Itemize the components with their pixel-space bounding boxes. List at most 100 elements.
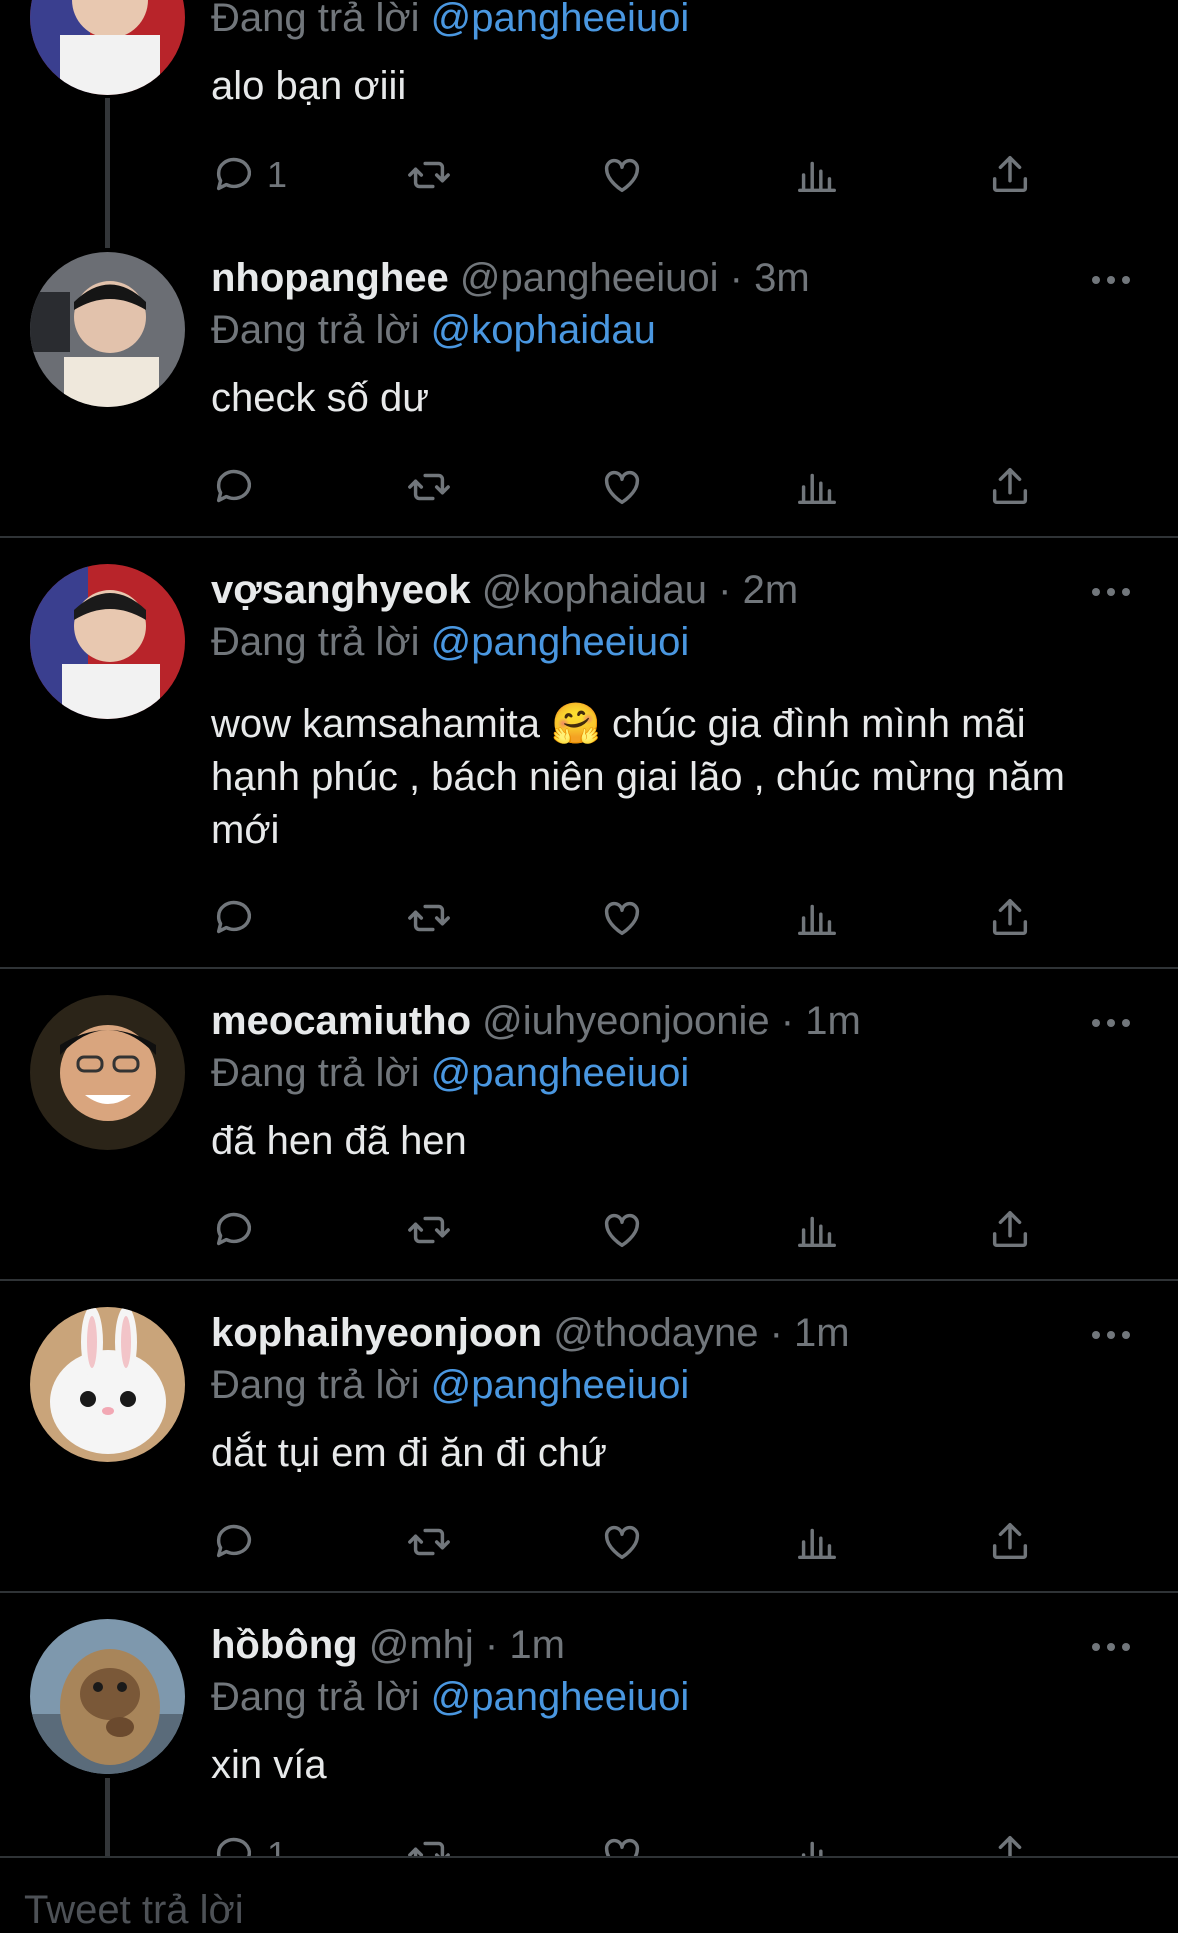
retweet-button[interactable] — [406, 893, 452, 943]
analytics-button[interactable] — [794, 462, 840, 512]
tweet-text: đã hen đã hen — [211, 1119, 467, 1163]
tweet-actions: 1 — [211, 150, 1041, 200]
analytics-icon — [798, 904, 836, 936]
analytics-button[interactable] — [794, 1517, 840, 1567]
reply-button[interactable] — [211, 462, 257, 512]
mention-link[interactable]: @pangheeiuoi — [431, 1363, 690, 1407]
timestamp[interactable]: 3m — [754, 256, 810, 300]
analytics-icon — [798, 1216, 836, 1248]
user-handle[interactable]: @mhj — [369, 1623, 474, 1667]
tweet-actions — [211, 893, 1041, 943]
tweet-actions — [211, 462, 1041, 512]
reply-composer[interactable]: Tweet trả lời — [0, 1856, 1178, 1932]
more-icon — [1092, 1643, 1100, 1651]
more-button[interactable] — [1092, 264, 1136, 294]
display-name[interactable]: meocamiutho — [211, 999, 471, 1043]
reply-input-placeholder[interactable]: Tweet trả lời — [24, 1888, 244, 1933]
like-button[interactable] — [599, 1205, 645, 1255]
tweet-text: wow kamsahamita 🤗 chúc gia đình mình mãi… — [211, 702, 1065, 852]
reply-button[interactable] — [211, 893, 257, 943]
analytics-icon — [798, 161, 836, 193]
reply-button[interactable] — [211, 1517, 257, 1567]
avatar[interactable] — [30, 995, 185, 1150]
display-name[interactable]: kophaihyeonjoon — [211, 1311, 542, 1355]
mention-link[interactable]: @pangheeiuoi — [431, 1051, 690, 1095]
like-button[interactable] — [599, 1517, 645, 1567]
analytics-button[interactable] — [794, 893, 840, 943]
display-name[interactable]: vợsanghyeok — [211, 568, 471, 612]
divider — [0, 536, 1178, 538]
retweet-button[interactable] — [406, 1205, 452, 1255]
reply-button[interactable] — [211, 1205, 257, 1255]
user-handle[interactable]: @iuhyeonjoonie — [482, 999, 769, 1043]
more-icon — [1092, 588, 1100, 596]
avatar[interactable] — [30, 1619, 185, 1774]
reply-icon — [216, 469, 252, 503]
like-icon — [604, 158, 640, 193]
retweet-button[interactable] — [406, 1517, 452, 1567]
reply-context: Đang trả lời @pangheeiuoi — [211, 1363, 690, 1407]
mention-link[interactable]: @pangheeiuoi — [431, 620, 690, 664]
like-button[interactable] — [599, 462, 645, 512]
divider — [0, 1279, 1178, 1281]
share-button[interactable] — [987, 893, 1033, 943]
tweet-text: check số dư — [211, 376, 429, 420]
separator: · — [780, 999, 795, 1043]
retweet-icon — [408, 1216, 450, 1244]
more-icon — [1092, 1331, 1100, 1339]
timestamp[interactable]: 1m — [509, 1623, 565, 1667]
mention-link[interactable]: @pangheeiuoi — [431, 1675, 690, 1719]
more-button[interactable] — [1092, 1319, 1136, 1349]
reply-context: Đang trả lời @pangheeiuoi — [211, 0, 689, 42]
tweet-header: kophaihyeonjoon @thodayne · 1m — [211, 1309, 850, 1357]
display-name[interactable]: nhopanghee — [211, 256, 449, 300]
reply-button[interactable]: 1 — [211, 150, 287, 200]
timestamp[interactable]: 2m — [743, 568, 799, 612]
reply-icon — [216, 1524, 252, 1558]
share-button[interactable] — [987, 1205, 1033, 1255]
like-button[interactable] — [599, 150, 645, 200]
share-button[interactable] — [987, 462, 1033, 512]
tweet-text: alo bạn ơiii — [211, 64, 407, 108]
reply-icon — [216, 900, 252, 934]
divider — [0, 967, 1178, 969]
like-button[interactable] — [599, 893, 645, 943]
like-icon — [604, 470, 640, 505]
separator: · — [769, 1311, 783, 1355]
more-button[interactable] — [1092, 1007, 1136, 1037]
user-handle[interactable]: @kophaidau — [482, 568, 707, 612]
share-button[interactable] — [987, 150, 1033, 200]
analytics-button[interactable] — [794, 1205, 840, 1255]
analytics-icon — [798, 473, 836, 505]
divider — [0, 1591, 1178, 1593]
tweet-header: nhopanghee @pangheeiuoi · 3m — [211, 254, 810, 302]
like-icon — [604, 901, 640, 936]
reply-icon — [216, 1212, 252, 1246]
tweet-header: meocamiutho @iuhyeonjoonie · 1m — [211, 997, 861, 1045]
avatar[interactable] — [30, 252, 185, 407]
display-name[interactable]: hồbông — [211, 1623, 358, 1667]
thread-line — [105, 98, 110, 248]
timestamp[interactable]: 1m — [794, 1311, 850, 1355]
separator: · — [484, 1623, 499, 1667]
analytics-button[interactable] — [794, 150, 840, 200]
thread-line — [105, 1778, 110, 1856]
mention-link[interactable]: @pangheeiuoi — [431, 0, 690, 40]
timestamp[interactable]: 1m — [805, 999, 861, 1043]
tweet-actions — [211, 1205, 1041, 1255]
user-handle[interactable]: @pangheeiuoi — [460, 256, 719, 300]
more-button[interactable] — [1092, 1631, 1136, 1661]
more-icon — [1092, 1019, 1100, 1027]
retweet-icon — [408, 1528, 450, 1556]
retweet-button[interactable] — [406, 150, 452, 200]
reply-context: Đang trả lời @pangheeiuoi — [211, 620, 690, 664]
more-button[interactable] — [1092, 576, 1136, 606]
mention-link[interactable]: @kophaidau — [431, 308, 656, 352]
avatar[interactable] — [30, 0, 185, 95]
retweet-button[interactable] — [406, 462, 452, 512]
avatar[interactable] — [30, 1307, 185, 1462]
user-handle[interactable]: @thodayne — [553, 1311, 758, 1355]
share-icon — [992, 899, 1028, 936]
share-button[interactable] — [987, 1517, 1033, 1567]
avatar[interactable] — [30, 564, 185, 719]
